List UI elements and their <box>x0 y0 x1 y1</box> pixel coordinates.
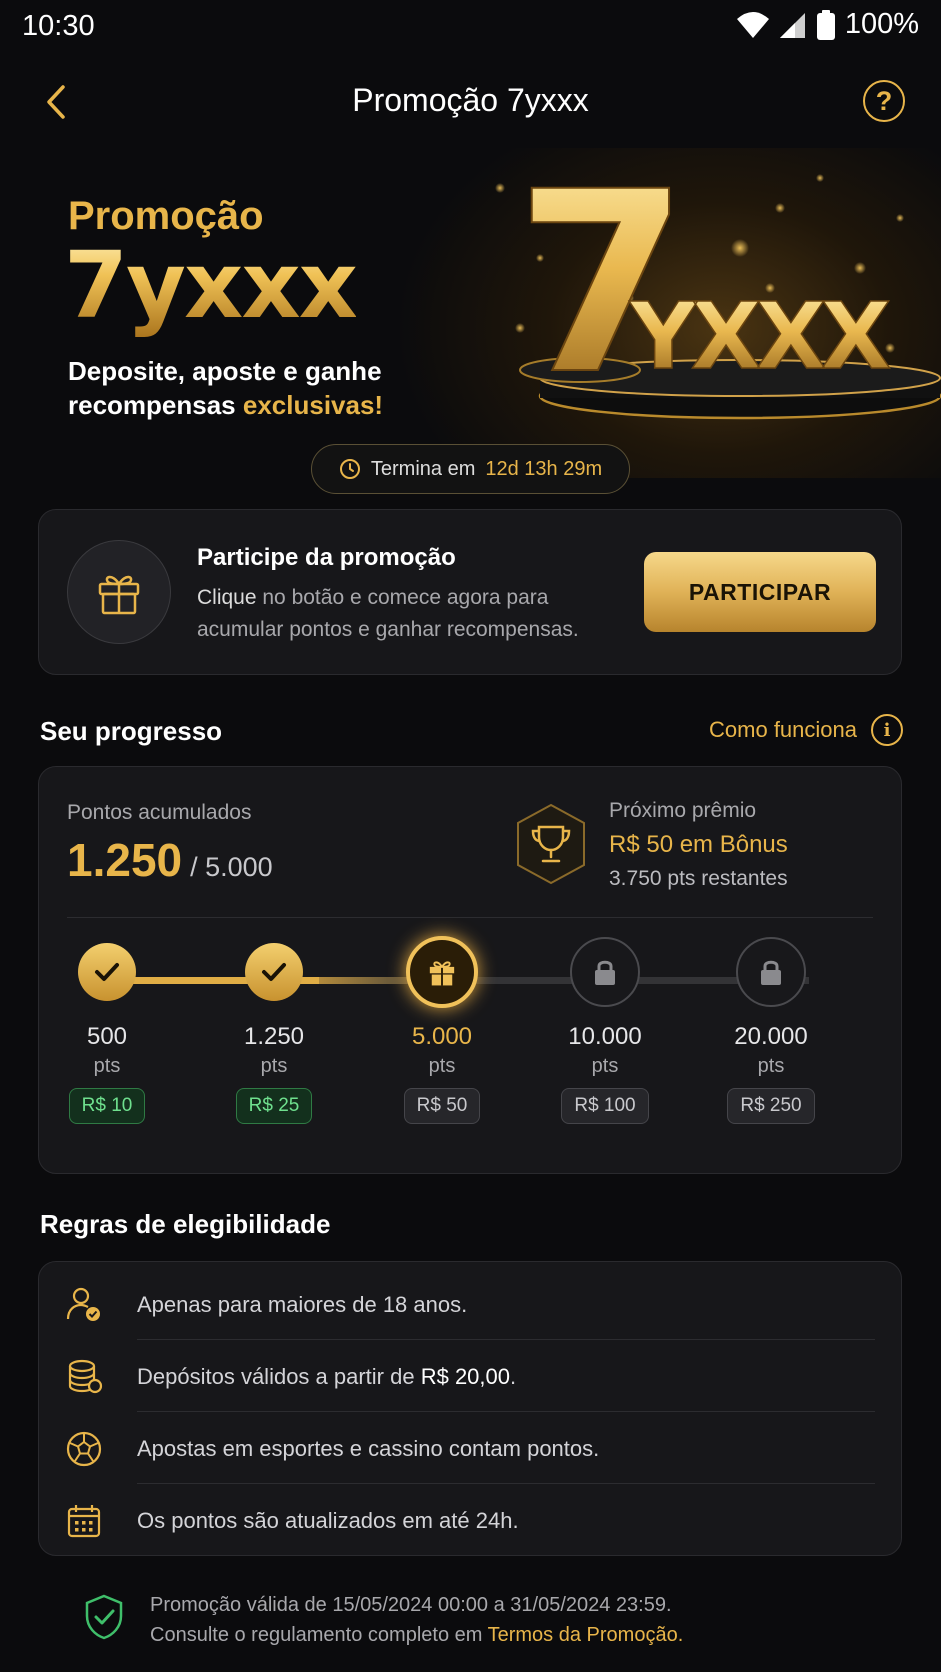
gift-badge <box>67 540 171 644</box>
milestone-500: 500 pts R$ 10 <box>32 943 182 1124</box>
milestone-reward: R$ 10 <box>68 1088 146 1124</box>
milestone-check <box>245 943 303 1001</box>
participate-card: Participe da promoção Clique no botão e … <box>38 509 902 675</box>
footer-validity: Promoção válida de 15/05/2024 00:00 a 31… <box>150 1594 672 1616</box>
promo-hero-banner: Promoção 7yxxx Deposite, aposte e ganhe … <box>0 148 941 478</box>
help-button[interactable]: ? <box>863 80 905 122</box>
page-title: Promoção 7yxxx <box>352 82 589 118</box>
soccer-ball-icon <box>66 1431 102 1467</box>
hero-description: Deposite, aposte e ganhe recompensas exc… <box>68 354 383 422</box>
milestone-reward: R$ 250 <box>727 1088 815 1124</box>
next-prize-label: Próximo prêmio <box>609 799 757 822</box>
calendar-icon <box>67 1505 101 1538</box>
footer-text: Promoção válida de 15/05/2024 00:00 a 31… <box>150 1590 683 1650</box>
lock-icon <box>761 960 781 985</box>
milestone-20000: 20.000 pts R$ 250 <box>696 937 846 1124</box>
milestone-1250: 1.250 pts R$ 25 <box>199 943 349 1124</box>
milestone-reward: R$ 50 <box>403 1088 481 1124</box>
rules-section-title: Regras de elegibilidade <box>40 1209 331 1239</box>
milestone-reward: R$ 25 <box>235 1088 313 1124</box>
rule-text: Apostas em esportes e cassino contam pon… <box>137 1436 600 1461</box>
rule-text-start: Depósitos válidos a partir de <box>137 1364 421 1389</box>
hero-desc-line1: Deposite, aposte e ganhe <box>68 356 382 386</box>
status-bar: 10:30 100% <box>0 0 941 52</box>
gift-icon <box>429 961 455 986</box>
cellular-signal-icon <box>779 12 805 38</box>
hero-brand-title: 7yxxx <box>64 232 358 339</box>
rule-item-update: Os pontos são atualizados em até 24h. <box>39 1484 903 1556</box>
rule-text: Os pontos são atualizados em até 24h. <box>137 1508 519 1533</box>
countdown-timer: Termina em 12d 13h 29m <box>311 444 630 494</box>
check-icon <box>262 963 286 981</box>
status-icons: 100% <box>736 8 919 41</box>
rule-text-amount: R$ 20,00 <box>420 1364 510 1389</box>
milestone-reward: R$ 100 <box>561 1088 649 1124</box>
status-time: 10:30 <box>22 10 95 42</box>
rule-text: Apenas para maiores de 18 anos. <box>137 1292 468 1317</box>
rule-text: Depósitos válidos a partir de R$ 20,00. <box>137 1364 516 1390</box>
next-prize-remaining: 3.750 pts restantes <box>609 867 788 890</box>
footer-notice: Promoção válida de 15/05/2024 00:00 a 31… <box>84 1590 884 1650</box>
milestone-unit: pts <box>757 1055 785 1077</box>
trophy-icon <box>517 803 585 885</box>
rule-text-end: . <box>510 1364 517 1389</box>
progress-card: Pontos acumulados 1.250 / 5.000 Próximo … <box>38 766 902 1174</box>
milestone-points: 20.000 <box>734 1023 808 1050</box>
rule-item-deposit: Depósitos válidos a partir de R$ 20,00. <box>39 1340 903 1412</box>
hero-desc-highlight: exclusivas! <box>242 390 384 420</box>
rule-item-bets: Apostas em esportes e cassino contam pon… <box>39 1412 903 1484</box>
footer-terms-text: Consulte o regulamento completo em <box>150 1624 488 1646</box>
participate-button[interactable]: PARTICIPAR <box>644 552 876 632</box>
milestone-points: 1.250 <box>243 1023 305 1050</box>
question-mark-icon: ? <box>875 85 893 116</box>
hero-desc-line2: recompensas exclusivas! <box>68 388 383 422</box>
lucky-seven-artwork: 7 YXXX <box>495 148 941 430</box>
milestone-current-gift <box>406 936 478 1008</box>
how-it-works-label: Como funciona <box>709 717 857 742</box>
participate-text-strong: Clique <box>197 586 257 609</box>
how-it-works-link[interactable]: Como funciona i <box>709 714 903 746</box>
participate-title: Participe da promoção <box>197 544 456 571</box>
progress-divider <box>67 917 873 918</box>
rule-item-age: Apenas para maiores de 18 anos. <box>39 1268 903 1340</box>
milestone-points: 5.000 <box>411 1023 473 1050</box>
art-yxxx: YXXX <box>629 283 890 390</box>
rules-card: Apenas para maiores de 18 anos. Depósito… <box>38 1261 902 1556</box>
milestone-check <box>78 943 136 1001</box>
points-total: / 5.000 <box>190 852 273 882</box>
hero-desc-text: recompensas <box>68 390 243 420</box>
shield-check-icon <box>85 1594 123 1640</box>
points-value: 1.250 / 5.000 <box>67 833 273 887</box>
lock-icon <box>595 960 615 985</box>
battery-icon <box>816 9 835 40</box>
milestone-unit: pts <box>93 1055 121 1077</box>
milestone-5000: 5.000 pts R$ 50 <box>367 936 517 1124</box>
participate-description: Clique no botão e comece agora para acum… <box>197 582 617 646</box>
milestone-points: 500 <box>86 1023 128 1050</box>
timer-label: Termina em <box>370 457 476 480</box>
footer-terms-line: Consulte o regulamento completo em Termo… <box>150 1620 683 1650</box>
clock-icon <box>339 459 360 479</box>
user-check-icon <box>66 1287 100 1321</box>
coins-icon <box>68 1359 103 1394</box>
check-icon <box>95 963 119 981</box>
next-prize-value: R$ 50 em Bônus <box>609 831 788 858</box>
progress-section-title: Seu progresso <box>40 716 223 746</box>
timer-value: 12d 13h 29m <box>485 457 603 480</box>
points-label: Pontos acumulados <box>67 801 252 824</box>
points-current: 1.250 <box>67 834 183 886</box>
milestone-unit: pts <box>260 1055 288 1077</box>
milestone-locked <box>570 937 640 1007</box>
info-icon: i <box>871 714 903 746</box>
terms-link[interactable]: Termos da Promoção. <box>488 1624 684 1646</box>
gift-icon <box>98 575 140 615</box>
milestone-10000: 10.000 pts R$ 100 <box>530 937 680 1124</box>
wifi-icon <box>736 11 769 38</box>
milestone-locked <box>736 937 806 1007</box>
app-header: Promoção 7yxxx ? <box>0 52 941 148</box>
battery-percent: 100% <box>844 8 919 40</box>
milestone-unit: pts <box>428 1055 456 1077</box>
milestone-unit: pts <box>591 1055 619 1077</box>
milestone-points: 10.000 <box>568 1023 642 1050</box>
